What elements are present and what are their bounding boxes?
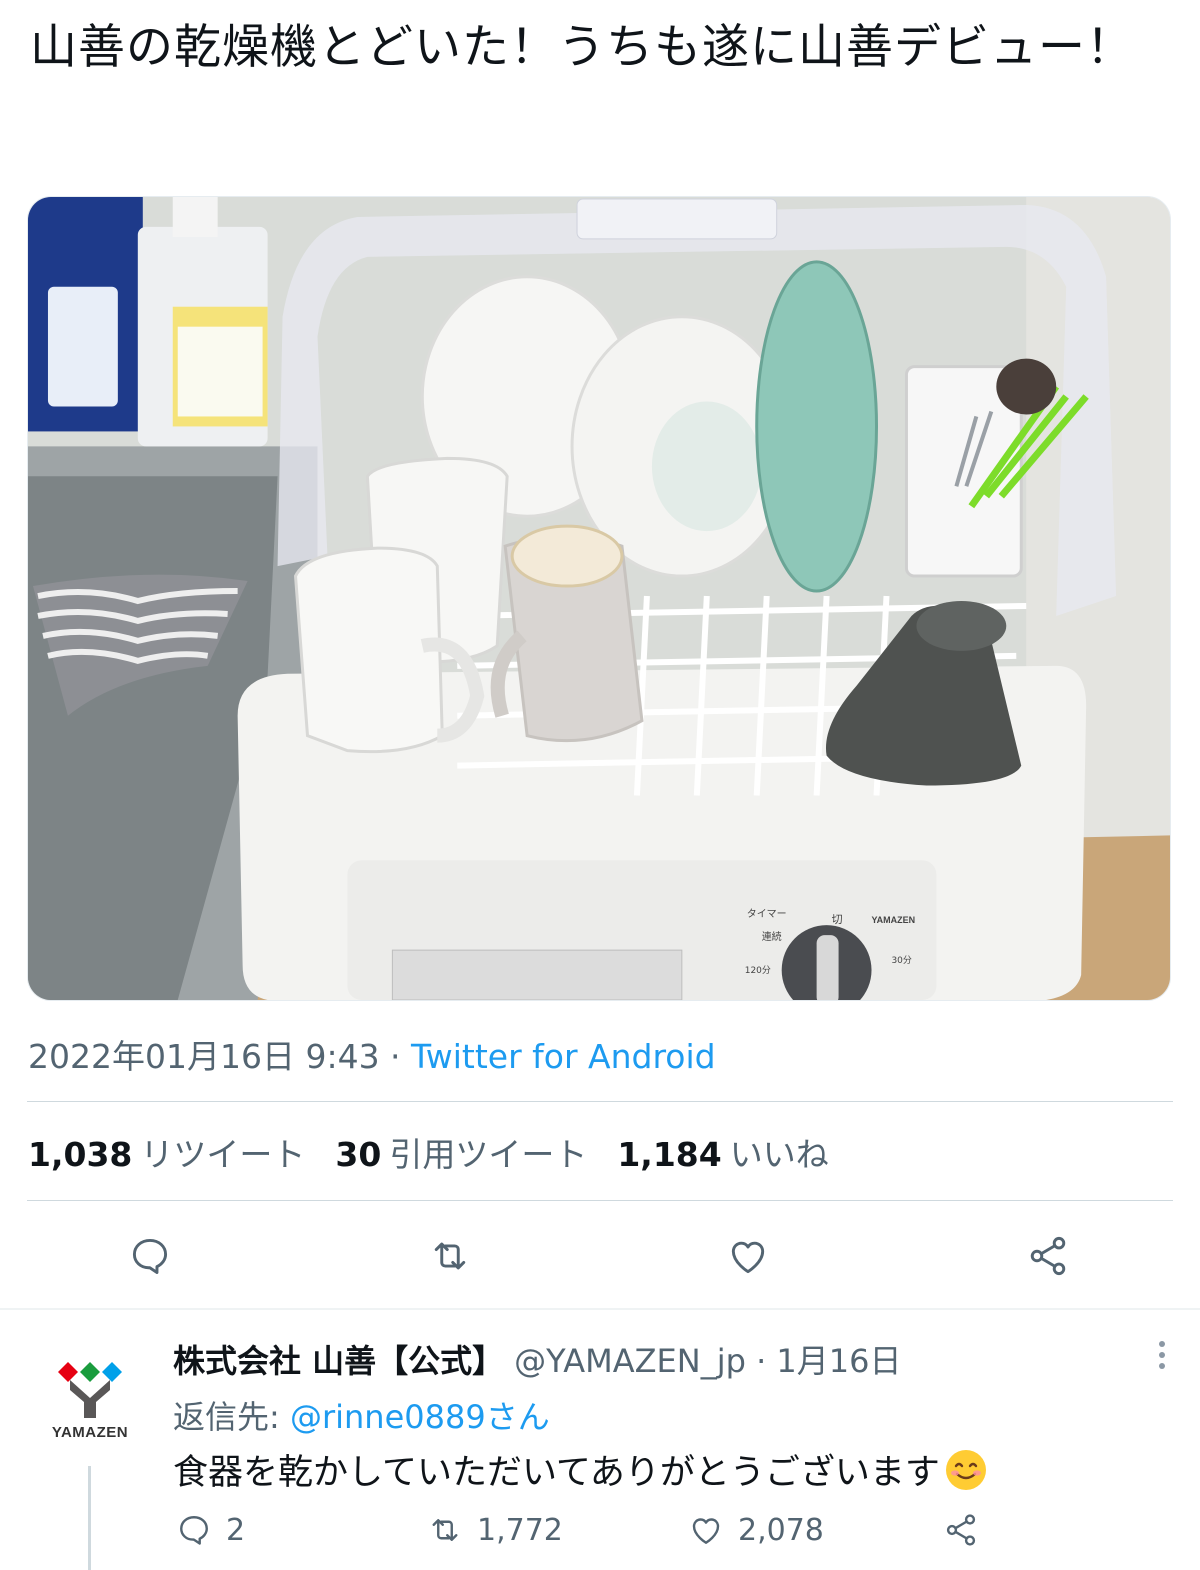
reply-to-line: 返信先: @rinne0889さん (173, 1392, 550, 1438)
reply-like-button[interactable]: 2,078 (688, 1512, 824, 1548)
divider-top (27, 1101, 1173, 1102)
reply-text: 食器を乾かしていただいてありがとうございます (173, 1453, 940, 1493)
reply-body: 食器を乾かしていただいてありがとうございます (173, 1444, 988, 1495)
reply-to-mention[interactable]: @rinne0889さん (290, 1398, 550, 1436)
reply-icon (132, 1238, 168, 1274)
like-stat[interactable]: 1,184 いいね (617, 1128, 828, 1176)
retweet-label: リツイート (140, 1135, 306, 1174)
reply-reply-count: 2 (226, 1512, 246, 1548)
avatar-text: YAMAZEN (51, 1423, 129, 1441)
more-button[interactable] (1156, 1338, 1168, 1374)
like-count: 1,184 (617, 1135, 722, 1174)
retweet-count: 1,038 (28, 1135, 133, 1174)
more-icon (1156, 1341, 1168, 1369)
reply-icon (180, 1516, 208, 1545)
reply-author-name[interactable]: 株式会社 山善【公式】 (173, 1342, 504, 1380)
dish-dryer-photo: タイマー 切 YAMAZEN 連続 30分 120分 (28, 197, 1170, 1000)
retweet-button[interactable] (425, 1228, 475, 1284)
m120-label: 120分 (745, 965, 771, 976)
continuous-label: 連続 (762, 930, 782, 943)
brand-label: YAMAZEN (872, 915, 916, 925)
heart-icon (692, 1518, 720, 1544)
reply-share-button[interactable] (943, 1512, 979, 1548)
timestamp[interactable]: 2022年01月16日 9:43 (28, 1037, 380, 1076)
quote-label: 引用ツイート (389, 1135, 588, 1174)
tweet-photo[interactable]: タイマー 切 YAMAZEN 連続 30分 120分 (27, 196, 1171, 1001)
quote-count: 30 (335, 1135, 382, 1174)
reply-button[interactable] (125, 1228, 175, 1284)
meta-separator: · (379, 1037, 412, 1076)
timer-label: タイマー (747, 908, 787, 920)
tweet-stats: 1,038 リツイート 30 引用ツイート 1,184 いいね (28, 1128, 829, 1176)
source-link[interactable]: Twitter for Android (411, 1037, 716, 1076)
tweet-actions (0, 1228, 1200, 1288)
reply-reply-button[interactable]: 2 (176, 1512, 245, 1548)
tweet-text: 山善の乾燥機とどいた！うちも遂に山善デビュー！ (30, 20, 1134, 75)
divider-bottom (0, 1308, 1200, 1310)
reply-tweet[interactable]: YAMAZEN 株式会社 山善【公式】 @YAMAZEN_jp · 1月16日 返… (0, 1316, 1200, 1570)
reply-to-prefix: 返信先: (173, 1398, 290, 1436)
avatar[interactable]: YAMAZEN (30, 1340, 150, 1460)
yamazen-logo (58, 1361, 122, 1418)
share-icon (946, 1514, 976, 1546)
divider-mid (27, 1200, 1173, 1201)
heart-icon (731, 1241, 765, 1274)
retweet-icon (434, 1242, 466, 1270)
retweet-icon (432, 1519, 458, 1541)
reply-retweet-button[interactable]: 1,772 (427, 1512, 563, 1548)
smiling-face-emoji (945, 1449, 986, 1490)
share-button[interactable] (1023, 1228, 1073, 1284)
like-label: いいね (729, 1135, 829, 1174)
reply-retweet-count: 1,772 (477, 1512, 563, 1548)
reply-header: 株式会社 山善【公式】 @YAMAZEN_jp · 1月16日 (173, 1336, 902, 1382)
tweet-meta: 2022年01月16日 9:43 · Twitter for Android (28, 1030, 716, 1078)
retweet-stat[interactable]: 1,038 リツイート (28, 1128, 305, 1176)
reply-actions: 2 1,772 2,078 (0, 1512, 1200, 1562)
like-button[interactable] (723, 1228, 773, 1284)
m30-label: 30分 (891, 955, 911, 966)
quote-stat[interactable]: 30 引用ツイート (335, 1128, 587, 1176)
reply-like-count: 2,078 (738, 1512, 824, 1548)
share-icon (1030, 1236, 1066, 1276)
reply-author-handle[interactable]: @YAMAZEN_jp · 1月16日 (514, 1342, 901, 1380)
off-label: 切 (832, 913, 843, 926)
